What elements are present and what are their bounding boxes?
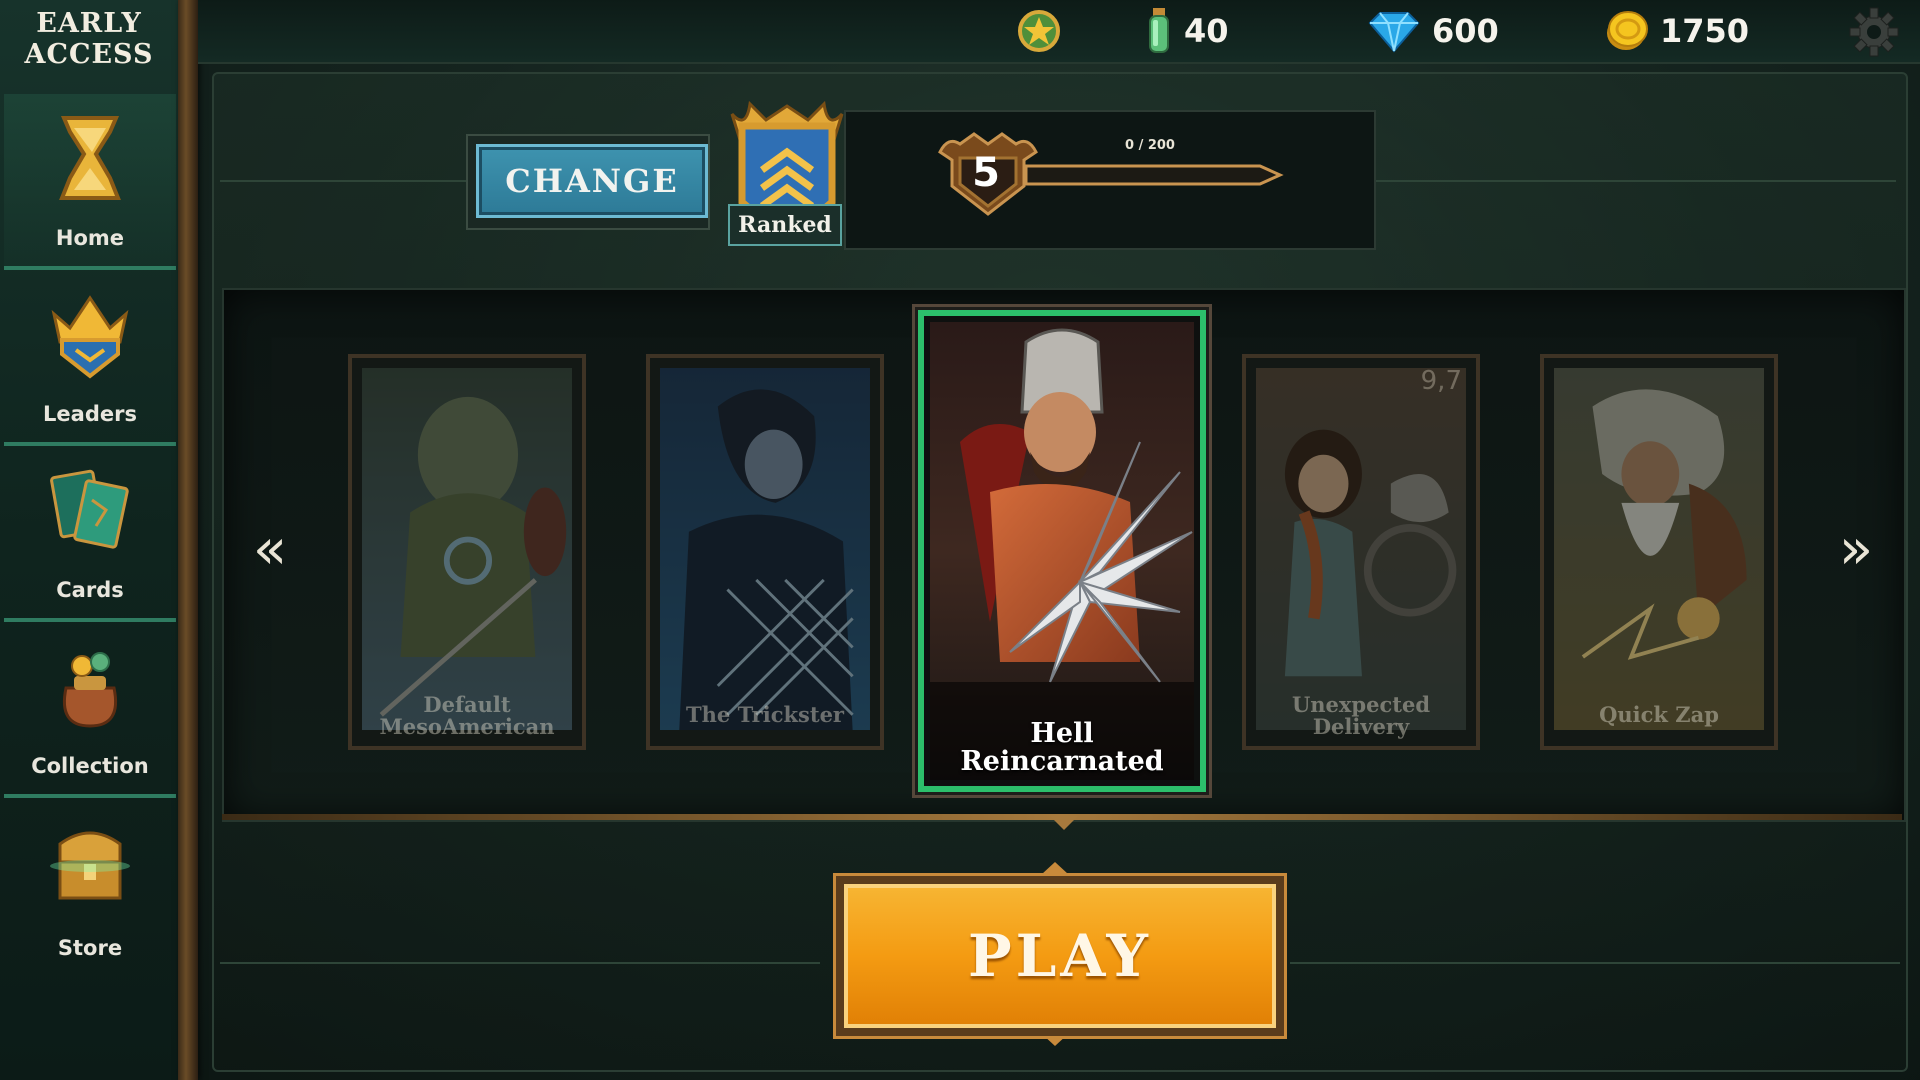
sidebar-item-label: Leaders (43, 402, 137, 426)
sidebar-item-cards[interactable]: Cards (4, 446, 192, 632)
gold-coin-icon (1607, 11, 1648, 50)
divider-bottom-left (220, 962, 820, 964)
xp-progress-bar (1024, 164, 1284, 186)
gold-count: 1750 (1660, 12, 1750, 50)
chest-icon (50, 831, 130, 900)
carousel-prev-button[interactable]: « (240, 520, 300, 580)
loot-bag-icon (63, 652, 117, 728)
potion-resource[interactable]: 40 (1144, 8, 1229, 54)
card-corner-number: 9,7 (1420, 366, 1462, 396)
game-screen: EARLY ACCESS Home Leaders Cards Collecti… (0, 0, 1920, 1080)
leader-card-default-mesoamerican[interactable]: Default MesoAmerican (348, 354, 586, 750)
ranked-mode-label: Ranked (728, 204, 842, 246)
star-medal-icon (1018, 10, 1060, 52)
crown-shield-icon (51, 295, 129, 379)
gold-resource[interactable]: 1750 (1604, 8, 1749, 54)
card-title: Quick Zap (1599, 702, 1719, 727)
leader-card-unexpected-delivery[interactable]: 9,7 Unexpected Delivery (1242, 354, 1480, 750)
sidebar-item-home[interactable]: Home (4, 94, 192, 280)
star-medal-resource[interactable] (1016, 8, 1062, 54)
leader-card-hell-reincarnated[interactable]: Hell Reincarnated (918, 310, 1206, 792)
card-dim-overlay (1246, 358, 1476, 746)
divider-right (1376, 180, 1896, 182)
card-title: Unexpected Delivery (1291, 692, 1431, 739)
leader-card-the-trickster[interactable]: The Trickster (646, 354, 884, 750)
carousel-notch (1050, 816, 1078, 830)
sidebar-item-leaders[interactable]: Leaders (4, 270, 192, 456)
cards-icon (50, 469, 129, 549)
sidebar-item-collection[interactable]: Collection (4, 622, 192, 808)
sidebar-item-label: Home (55, 226, 125, 250)
card-dim-overlay (1544, 358, 1774, 746)
potion-count: 40 (1184, 12, 1229, 50)
sidebar-item-label: Cards (56, 578, 124, 602)
potion-vial-icon (1149, 8, 1169, 53)
sidebar-item-label: Store (57, 936, 123, 960)
gem-icon (1368, 12, 1420, 53)
card-title: The Trickster (686, 702, 844, 727)
top-bar: 40 600 1750 (198, 0, 1920, 64)
hourglass-icon (59, 116, 121, 200)
divider-bottom-right (1290, 962, 1900, 964)
player-level: 5 (972, 150, 1000, 196)
divider-left (220, 180, 470, 182)
sidebar-rail (178, 0, 198, 1080)
card-art (930, 322, 1194, 780)
carousel-next-button[interactable]: » (1826, 520, 1886, 580)
sidebar: EARLY ACCESS Home Leaders Cards Collecti… (0, 0, 192, 1080)
sidebar-item-label: Collection (31, 754, 149, 778)
card-title: Default MesoAmerican (379, 692, 555, 739)
gem-count: 600 (1432, 12, 1499, 50)
card-dim-overlay (352, 358, 582, 746)
xp-progress-text: 0 / 200 (1125, 138, 1175, 153)
card-dim-overlay (650, 358, 880, 746)
gear-icon[interactable] (1848, 6, 1900, 58)
card-title: Hell Reincarnated (960, 718, 1164, 777)
sidebar-item-store[interactable]: Store (4, 800, 176, 976)
gem-resource[interactable]: 600 (1366, 8, 1499, 54)
change-mode-button[interactable]: CHANGE (476, 144, 708, 218)
early-access-label: EARLY ACCESS (24, 8, 154, 70)
play-button[interactable]: PLAY (836, 876, 1284, 1036)
leader-card-quick-zap[interactable]: Quick Zap (1540, 354, 1778, 750)
